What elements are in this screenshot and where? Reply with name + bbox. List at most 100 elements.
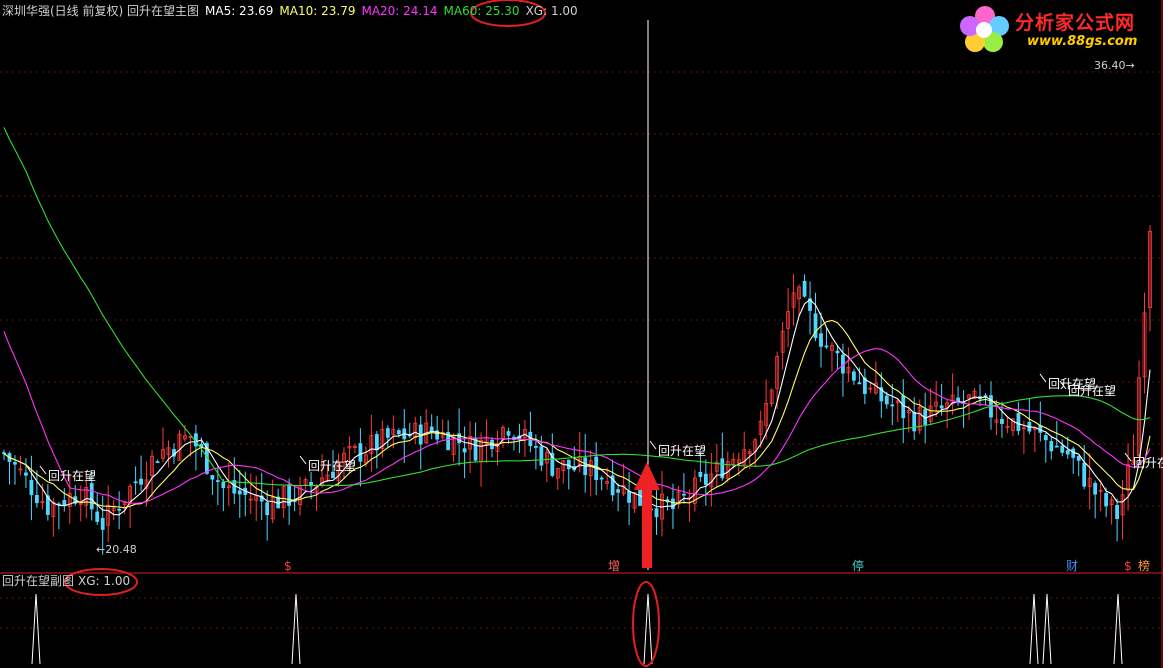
candle-body [95, 511, 100, 522]
main-chart-header: 深圳华强(日线 前复权) 回升在望主图 MA5: 23.69 MA10: 23.79… [2, 4, 584, 18]
candle-body [1054, 445, 1059, 448]
candle-body [835, 350, 840, 354]
candle-body [901, 395, 906, 419]
candle-body [358, 443, 363, 462]
logo-url: www.88gs.com [1027, 34, 1138, 49]
candle-body [912, 411, 917, 432]
sub-chart [31, 593, 1123, 665]
candle-body [506, 431, 511, 436]
candle-body [237, 490, 242, 495]
candle-body [100, 518, 105, 530]
candle-body [703, 473, 708, 485]
candle-body [473, 438, 478, 461]
logo-title: 分析家公式网 [1015, 12, 1136, 34]
stock-chart[interactable]: 回升在望回升在望回升在望回升在望回升在望回升在望 $增停财$榜 36.40→←2… [0, 0, 1163, 668]
candle-body [566, 459, 571, 470]
candlesticks [2, 225, 1152, 555]
candle-body [374, 434, 379, 451]
xg-spike [1113, 593, 1123, 665]
xg-spike [291, 593, 301, 665]
candle-body [1065, 450, 1070, 455]
price-grid [0, 0, 1163, 668]
candle-body [1049, 441, 1054, 452]
sub-chart-header: 回升在望副图 XG: 1.00 [2, 574, 136, 588]
signal-label: 回升在望 [1133, 456, 1163, 470]
signal-arrow [299, 455, 307, 465]
candle-body [1060, 445, 1065, 453]
candle-body [385, 428, 390, 438]
ma5-value: MA5: 23.69 [205, 4, 274, 18]
candle-body [24, 472, 28, 476]
signal-arrow [649, 440, 657, 450]
main-chart-title: 深圳华强(日线 前复权) 回升在望主图 [2, 4, 199, 18]
candle-body [654, 508, 659, 518]
xg-spike [643, 593, 653, 665]
signal-label: 回升在望 [658, 444, 706, 458]
ma10-line [3, 319, 1151, 509]
xg-spike [1029, 593, 1039, 665]
candle-body [1000, 418, 1004, 424]
candle-body [13, 462, 17, 465]
event-marker: $ [1124, 559, 1132, 573]
flower-logo-icon [960, 6, 1009, 52]
candle-body [1016, 413, 1021, 431]
candle-body [265, 502, 270, 516]
candle-body [221, 481, 226, 489]
candle-body [802, 280, 807, 297]
candle-body [1043, 435, 1048, 441]
price-low-label: ←20.48 [96, 543, 137, 556]
event-markers: $ 增 停 财 $ 榜 [284, 558, 1150, 573]
candle-body [890, 404, 895, 407]
candle-body [215, 480, 220, 482]
candle-body [599, 477, 604, 480]
candle-body [210, 475, 215, 480]
sub-chart-title: 回升在望副图 [2, 574, 75, 588]
candle-body [396, 430, 401, 435]
moving-averages [3, 127, 1151, 516]
ma10-value: MA10: 23.79 [279, 4, 356, 18]
signal-label: 回升在望 [48, 469, 96, 483]
candle-body [533, 446, 538, 448]
candle-body [117, 508, 122, 511]
candle-body [34, 494, 39, 504]
candle-body [682, 493, 686, 496]
candle-body [824, 345, 829, 348]
candle-body [133, 481, 138, 484]
event-marker: 财 [1066, 559, 1078, 573]
candle-body [852, 371, 856, 381]
ma20-value: MA20: 24.14 [361, 4, 438, 18]
candle-body [29, 480, 34, 496]
event-marker: 停 [852, 558, 864, 573]
xg-spike [31, 593, 41, 665]
candle-body [627, 490, 631, 503]
candle-body [1082, 462, 1087, 487]
candle-body [89, 483, 94, 510]
candle-body [857, 382, 862, 385]
signal-label: 回升在望 [1068, 384, 1116, 398]
event-marker: 榜 [1138, 558, 1150, 573]
candle-body [698, 472, 703, 477]
candle-body [884, 395, 889, 405]
event-marker: $ [284, 559, 292, 573]
site-logo: 分析家公式网 www.88gs.com [957, 4, 1155, 56]
annotations: 36.40→ ←20.48 [64, 0, 1135, 667]
candle-body [956, 397, 960, 402]
signal-arrow [39, 465, 47, 475]
xg-value-main: XG: 1.00 [525, 4, 578, 18]
candle-body [1093, 482, 1098, 495]
candle-body [139, 478, 143, 485]
ma60-value: MA60: 25.30 [443, 4, 520, 18]
candle-body [1104, 493, 1109, 507]
candle-body [429, 426, 434, 432]
candle-body [331, 471, 335, 479]
signal-label: 回升在望 [308, 459, 356, 473]
ma5-line [3, 298, 1151, 516]
candle-body [616, 489, 621, 493]
signal-arrow [1039, 373, 1047, 383]
candle-body [1115, 505, 1120, 520]
price-high-label: 36.40→ [1094, 59, 1135, 72]
candle-body [939, 405, 944, 409]
candle-body [155, 461, 160, 464]
candle-body [539, 446, 544, 466]
xg-value-sub: XG: 1.00 [78, 574, 131, 588]
